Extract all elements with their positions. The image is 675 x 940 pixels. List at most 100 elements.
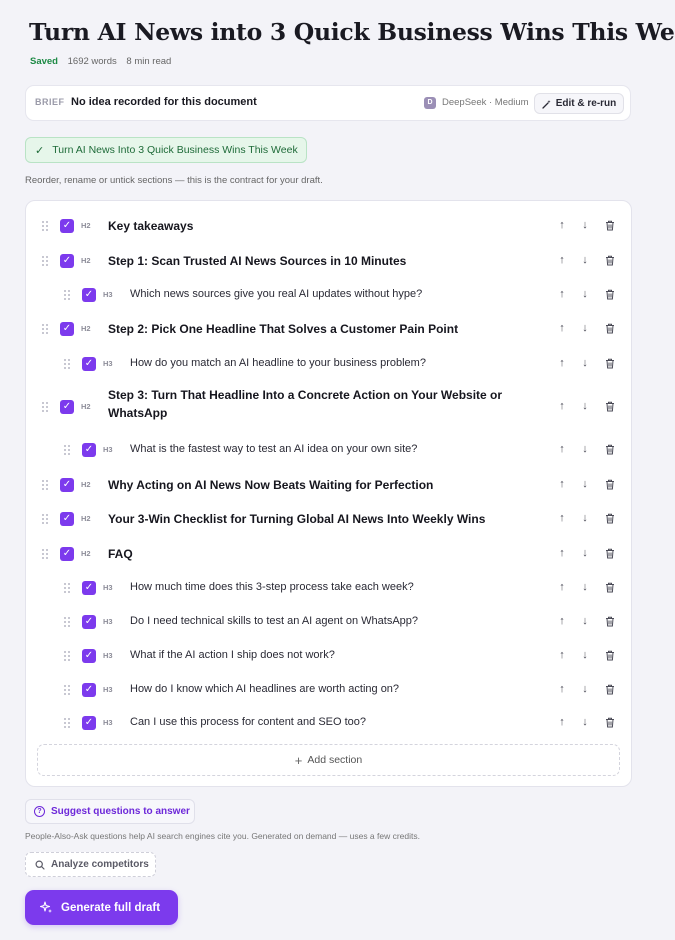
move-down-button[interactable]: ↓ bbox=[579, 512, 591, 524]
section-checkbox[interactable]: ✓ bbox=[60, 400, 74, 414]
move-down-button[interactable]: ↓ bbox=[579, 683, 591, 695]
move-up-button[interactable]: ↑ bbox=[556, 547, 568, 559]
section-title[interactable]: How do I know which AI headlines are wor… bbox=[130, 683, 399, 695]
move-down-button[interactable]: ↓ bbox=[579, 615, 591, 627]
move-down-button[interactable]: ↓ bbox=[579, 322, 591, 334]
section-checkbox[interactable]: ✓ bbox=[82, 581, 96, 595]
move-down-button[interactable]: ↓ bbox=[579, 288, 591, 300]
drag-handle-icon[interactable] bbox=[64, 290, 70, 300]
drag-handle-icon[interactable] bbox=[64, 445, 70, 455]
section-title[interactable]: What is the fastest way to test an AI id… bbox=[130, 443, 417, 455]
section-checkbox[interactable]: ✓ bbox=[60, 547, 74, 561]
drag-handle-icon[interactable] bbox=[42, 402, 48, 412]
edit-rerun-button[interactable]: Edit & re-run bbox=[534, 93, 624, 114]
section-checkbox[interactable]: ✓ bbox=[82, 443, 96, 457]
move-up-button[interactable]: ↑ bbox=[556, 615, 568, 627]
move-up-button[interactable]: ↑ bbox=[556, 649, 568, 661]
move-up-button[interactable]: ↑ bbox=[556, 357, 568, 369]
delete-section-button[interactable] bbox=[604, 717, 616, 731]
drag-handle-icon[interactable] bbox=[42, 549, 48, 559]
delete-section-button[interactable] bbox=[604, 548, 616, 562]
section-title[interactable]: Step 2: Pick One Headline That Solves a … bbox=[108, 322, 458, 336]
drag-handle-icon[interactable] bbox=[42, 480, 48, 490]
move-up-button[interactable]: ↑ bbox=[556, 254, 568, 266]
delete-section-button[interactable] bbox=[604, 289, 616, 303]
selected-title-chip[interactable]: ✓ Turn AI News Into 3 Quick Business Win… bbox=[25, 137, 307, 163]
drag-handle-icon[interactable] bbox=[42, 324, 48, 334]
delete-section-button[interactable] bbox=[604, 582, 616, 596]
drag-handle-icon[interactable] bbox=[42, 221, 48, 231]
section-title[interactable]: How do you match an AI headline to your … bbox=[130, 357, 426, 369]
move-down-button[interactable]: ↓ bbox=[579, 649, 591, 661]
move-up-button[interactable]: ↑ bbox=[556, 716, 568, 728]
section-title[interactable]: What if the AI action I ship does not wo… bbox=[130, 649, 335, 661]
move-up-button[interactable]: ↑ bbox=[556, 322, 568, 334]
move-down-button[interactable]: ↓ bbox=[579, 581, 591, 593]
section-title[interactable]: Which news sources give you real AI upda… bbox=[130, 288, 422, 300]
move-down-button[interactable]: ↓ bbox=[579, 357, 591, 369]
move-down-button[interactable]: ↓ bbox=[579, 443, 591, 455]
section-title[interactable]: Step 1: Scan Trusted AI News Sources in … bbox=[108, 254, 406, 268]
section-checkbox[interactable]: ✓ bbox=[82, 615, 96, 629]
section-checkbox[interactable]: ✓ bbox=[82, 683, 96, 697]
section-title[interactable]: Key takeaways bbox=[108, 219, 193, 233]
paa-helper-text: People-Also-Ask questions help AI search… bbox=[25, 831, 421, 841]
drag-handle-icon[interactable] bbox=[64, 359, 70, 369]
move-up-button[interactable]: ↑ bbox=[556, 443, 568, 455]
drag-handle-icon[interactable] bbox=[42, 256, 48, 266]
move-down-button[interactable]: ↓ bbox=[579, 400, 591, 412]
delete-section-button[interactable] bbox=[604, 444, 616, 458]
delete-section-button[interactable] bbox=[604, 323, 616, 337]
section-title[interactable]: Can I use this process for content and S… bbox=[130, 716, 366, 728]
move-up-button[interactable]: ↑ bbox=[556, 683, 568, 695]
generate-full-draft-button[interactable]: Generate full draft bbox=[25, 890, 178, 925]
move-up-button[interactable]: ↑ bbox=[556, 400, 568, 412]
drag-handle-icon[interactable] bbox=[64, 718, 70, 728]
drag-handle-icon[interactable] bbox=[64, 685, 70, 695]
move-down-button[interactable]: ↓ bbox=[579, 478, 591, 490]
brief-label: BRIEF bbox=[35, 97, 65, 107]
section-title[interactable]: Do I need technical skills to test an AI… bbox=[130, 615, 418, 627]
delete-section-button[interactable] bbox=[604, 616, 616, 630]
move-up-button[interactable]: ↑ bbox=[556, 219, 568, 231]
section-checkbox[interactable]: ✓ bbox=[82, 288, 96, 302]
section-title[interactable]: Your 3-Win Checklist for Turning Global … bbox=[108, 512, 485, 526]
section-title[interactable]: How much time does this 3-step process t… bbox=[130, 581, 414, 593]
drag-handle-icon[interactable] bbox=[64, 617, 70, 627]
move-up-button[interactable]: ↑ bbox=[556, 512, 568, 524]
section-checkbox[interactable]: ✓ bbox=[60, 219, 74, 233]
move-down-button[interactable]: ↓ bbox=[579, 716, 591, 728]
delete-section-button[interactable] bbox=[604, 255, 616, 269]
section-checkbox[interactable]: ✓ bbox=[82, 357, 96, 371]
delete-section-button[interactable] bbox=[604, 401, 616, 415]
section-title[interactable]: Why Acting on AI News Now Beats Waiting … bbox=[108, 478, 433, 492]
move-up-button[interactable]: ↑ bbox=[556, 478, 568, 490]
move-down-button[interactable]: ↓ bbox=[579, 547, 591, 559]
drag-handle-icon[interactable] bbox=[64, 651, 70, 661]
analyze-competitors-button[interactable]: Analyze competitors bbox=[25, 852, 156, 877]
move-up-button[interactable]: ↑ bbox=[556, 288, 568, 300]
section-title[interactable]: Step 3: Turn That Headline Into a Concre… bbox=[108, 386, 508, 422]
heading-level-badge: H2 bbox=[81, 549, 91, 558]
delete-section-button[interactable] bbox=[604, 513, 616, 527]
move-down-button[interactable]: ↓ bbox=[579, 254, 591, 266]
section-checkbox[interactable]: ✓ bbox=[60, 478, 74, 492]
section-checkbox[interactable]: ✓ bbox=[60, 512, 74, 526]
add-section-button[interactable]: + Add section bbox=[37, 744, 620, 776]
move-up-button[interactable]: ↑ bbox=[556, 581, 568, 593]
delete-section-button[interactable] bbox=[604, 479, 616, 493]
suggest-questions-button[interactable]: ? Suggest questions to answer bbox=[25, 799, 195, 824]
delete-section-button[interactable] bbox=[604, 358, 616, 372]
delete-section-button[interactable] bbox=[604, 220, 616, 234]
section-checkbox[interactable]: ✓ bbox=[60, 322, 74, 336]
section-checkbox[interactable]: ✓ bbox=[82, 649, 96, 663]
delete-section-button[interactable] bbox=[604, 684, 616, 698]
read-time: 8 min read bbox=[126, 56, 172, 67]
move-down-button[interactable]: ↓ bbox=[579, 219, 591, 231]
section-title[interactable]: FAQ bbox=[108, 547, 133, 561]
drag-handle-icon[interactable] bbox=[42, 514, 48, 524]
section-checkbox[interactable]: ✓ bbox=[82, 716, 96, 730]
section-checkbox[interactable]: ✓ bbox=[60, 254, 74, 268]
delete-section-button[interactable] bbox=[604, 650, 616, 664]
drag-handle-icon[interactable] bbox=[64, 583, 70, 593]
